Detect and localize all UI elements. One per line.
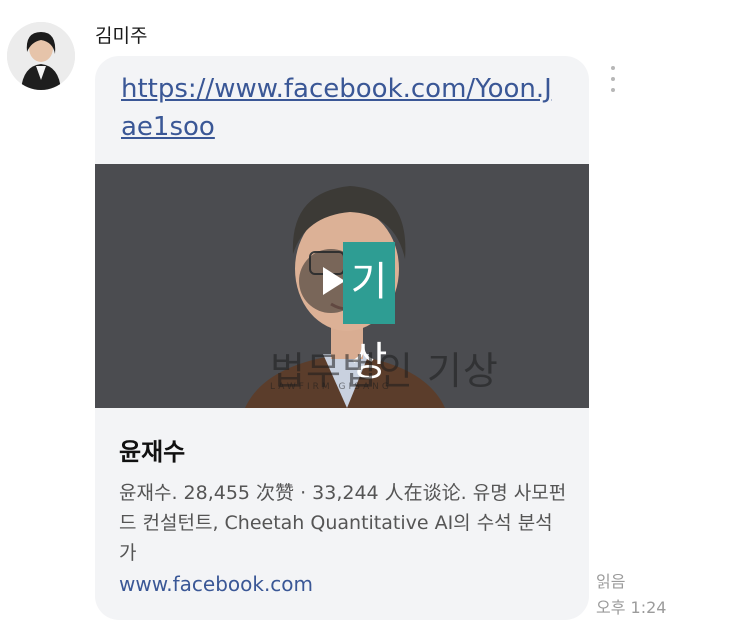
watermark-subtext: LAWFIRM GISANG	[270, 382, 392, 392]
link-preview-bubble[interactable]: https://www.facebook.com/Yoon.Jae1soo 기상	[95, 56, 589, 620]
link-url[interactable]: https://www.facebook.com/Yoon.Jae1soo	[121, 70, 561, 146]
preview-title: 윤재수	[119, 438, 186, 466]
more-vertical-icon[interactable]	[607, 66, 619, 96]
profile-photo	[7, 22, 75, 90]
avatar[interactable]	[7, 22, 75, 90]
message-time: 오후 1:24	[596, 598, 667, 617]
preview-image[interactable]: 기상 법무법인 기상 LAWFIRM GISANG	[95, 164, 589, 408]
sender-name: 김미주	[95, 25, 148, 47]
watermark-mark: 기상	[343, 242, 395, 385]
read-status: 읽음	[596, 572, 626, 591]
preview-domain[interactable]: www.facebook.com	[119, 572, 313, 596]
preview-description: 윤재수. 28,455 次赞 · 33,244 人在谈论. 유명 사모펀드 컨설…	[119, 482, 567, 564]
